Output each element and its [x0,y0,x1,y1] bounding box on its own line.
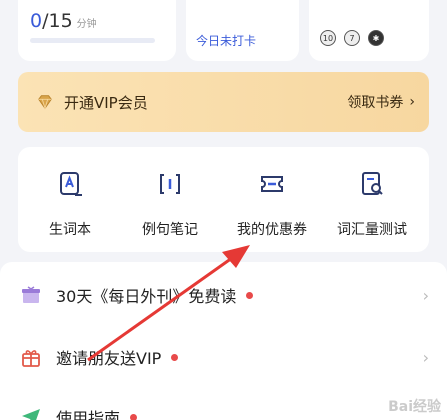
tool-coupons[interactable]: 我的优惠券 [224,169,320,239]
list-item-label: 使用指南 [56,405,138,420]
chevron-right-icon: › [422,347,429,367]
notes-icon [160,174,180,194]
minutes-total: /15 [42,10,73,32]
medal-list: 10 7 ✱ [320,30,384,46]
tool-vocab-test-label: 词汇量测试 [337,222,407,238]
list-item-user-guide[interactable]: 使用指南 [0,396,447,420]
tool-vocab-book-label: 生词本 [49,222,91,238]
diamond-icon [38,95,52,110]
free-magazine-label: 30天《每日外刊》免费读 [56,287,237,306]
minutes-unit: 分钟 [76,19,97,30]
study-minutes-card[interactable]: 0/15 分钟 [18,0,176,61]
medals-card[interactable]: 10 7 ✱ [309,0,429,61]
vip-banner[interactable]: 开通VIP会员 领取书券 › [18,72,429,132]
vip-label: 开通VIP会员 [64,93,148,112]
claim-voucher-label: 领取书券 [347,95,404,111]
list-item-label: 30天《每日外刊》免费读 [56,283,254,307]
user-guide-label: 使用指南 [56,409,121,420]
tool-vocab-book[interactable]: 生词本 [22,169,118,239]
notification-dot [171,354,179,361]
medal-icon: ✱ [368,30,384,46]
vocab-book-icon [60,172,82,196]
tools-card: 生词本 例句笔记 我的优惠券 词汇量测试 [18,147,429,252]
gift-icon [22,350,40,367]
menu-list: 30天《每日外刊》免费读 › 邀请朋友送VIP › 使用指南 [0,262,447,420]
tool-coupons-label: 我的优惠券 [237,222,307,238]
minutes-readout: 0/15 分钟 [30,10,97,32]
list-item-invite-friends[interactable]: 邀请朋友送VIP › [0,336,447,378]
invite-friends-label: 邀请朋友送VIP [56,349,162,368]
medal-icon: 10 [320,30,336,46]
claim-voucher-link[interactable]: 领取书券 › [347,92,415,112]
chevron-right-icon: › [422,285,429,305]
chevron-right-icon: › [409,94,415,110]
tool-notes-label: 例句笔记 [142,222,198,238]
checkin-card[interactable]: 今日未打卡 [186,0,299,61]
paper-plane-icon [22,409,40,420]
notification-dot [246,292,254,299]
gift-box-icon [22,286,40,303]
tool-vocab-test[interactable]: 词汇量测试 [324,169,420,239]
watermark: Bai经验 [388,399,441,415]
checkin-status: 今日未打卡 [196,34,257,48]
coupon-icon [261,176,283,192]
minutes-done: 0 [30,10,43,32]
notification-dot [130,414,138,420]
minutes-progress-bar [30,38,155,43]
medal-icon: 7 [344,30,360,46]
vocab-test-icon [362,172,383,195]
tool-notes[interactable]: 例句笔记 [122,169,218,239]
list-item-free-magazine[interactable]: 30天《每日外刊》免费读 › [0,274,447,316]
list-item-label: 邀请朋友送VIP [56,345,179,369]
